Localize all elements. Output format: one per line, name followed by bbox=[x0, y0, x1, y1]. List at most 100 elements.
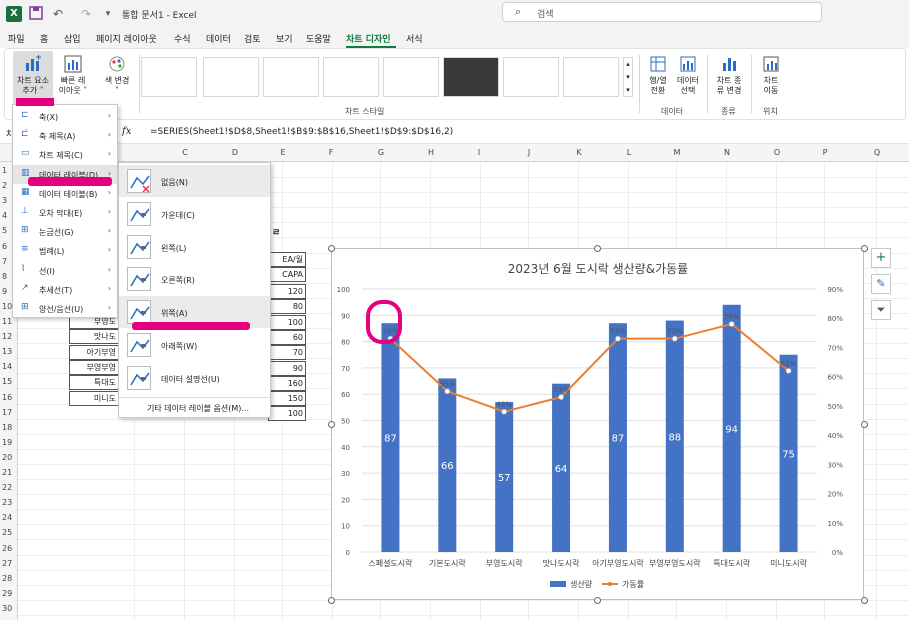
change-colors-button[interactable]: 색 변경 ˅ bbox=[99, 55, 135, 96]
row-header-20[interactable]: 20 bbox=[0, 453, 16, 462]
column-header-F[interactable]: F bbox=[306, 148, 356, 157]
row-header-22[interactable]: 22 bbox=[0, 483, 16, 492]
quick-layout-button[interactable]: 빠른 레 이아웃 ˅ bbox=[55, 55, 91, 96]
menu-item-data-table[interactable]: ▦ 데이터 테이블(B) › bbox=[13, 184, 117, 203]
chart-style-8[interactable] bbox=[563, 57, 619, 97]
resize-handle[interactable] bbox=[861, 421, 868, 428]
menu-tab-6[interactable]: 검토 bbox=[244, 32, 261, 45]
column-header-I[interactable]: I bbox=[454, 148, 504, 157]
column-header-L[interactable]: L bbox=[604, 148, 654, 157]
undo-icon[interactable]: ↶ bbox=[50, 6, 66, 22]
chart-style-6[interactable] bbox=[443, 57, 499, 97]
menu-tab-1[interactable]: 홈 bbox=[40, 32, 48, 45]
menu-item-legend[interactable]: ≡ 범례(L) › bbox=[13, 241, 117, 260]
data-label-option-left[interactable]: 왼쪽(L) bbox=[119, 231, 270, 263]
menu-tab-9[interactable]: 차트 디자인 bbox=[346, 32, 391, 45]
column-header-Q[interactable]: Q bbox=[852, 148, 902, 157]
column-header-P[interactable]: P bbox=[800, 148, 850, 157]
data-label-option-right[interactable]: 오른쪽(R) bbox=[119, 263, 270, 295]
menu-item-lines[interactable]: ⌇ 선(I) › bbox=[13, 261, 117, 280]
chart-style-2[interactable] bbox=[203, 57, 259, 97]
move-chart-button[interactable]: 차트 이동 bbox=[755, 55, 787, 96]
x-tick-label: 부영부영도시락 bbox=[649, 558, 701, 568]
column-header-G[interactable]: G bbox=[356, 148, 406, 157]
menu-item-axis[interactable]: ⊏ 축(X) › bbox=[13, 107, 117, 126]
resize-handle[interactable] bbox=[328, 421, 335, 428]
chart-style-1[interactable] bbox=[141, 57, 197, 97]
row-header-24[interactable]: 24 bbox=[0, 513, 16, 522]
data-label-option-callout[interactable]: 데이터 설명선(U) bbox=[119, 362, 270, 394]
hidden-title-fragment: ㄹ bbox=[272, 228, 281, 238]
save-icon[interactable] bbox=[28, 6, 44, 22]
column-header-K[interactable]: K bbox=[554, 148, 604, 157]
column-header-H[interactable]: H bbox=[406, 148, 456, 157]
resize-handle[interactable] bbox=[861, 597, 868, 604]
row-header-16[interactable]: 16 bbox=[0, 393, 16, 402]
menu-tab-5[interactable]: 데이터 bbox=[206, 32, 231, 45]
row-header-30[interactable]: 30 bbox=[0, 604, 16, 613]
menu-tab-4[interactable]: 수식 bbox=[174, 32, 191, 45]
chart-styles-brush-icon[interactable]: ✎ bbox=[871, 274, 891, 294]
menu-tab-8[interactable]: 도움말 bbox=[306, 32, 331, 45]
column-header-E[interactable]: E bbox=[258, 148, 308, 157]
menu-tab-3[interactable]: 페이지 레이아웃 bbox=[96, 32, 157, 45]
menu-item-axis-title[interactable]: ⊏̇ 축 제목(A) › bbox=[13, 126, 117, 145]
column-header-M[interactable]: M bbox=[652, 148, 702, 157]
row-header-17[interactable]: 17 bbox=[0, 408, 16, 417]
select-data-button[interactable]: 데이터 선택 bbox=[673, 55, 703, 96]
row-header-11[interactable]: 11 bbox=[0, 317, 16, 326]
chart-filter-icon[interactable]: ⏷ bbox=[871, 300, 891, 320]
column-header-N[interactable]: N bbox=[702, 148, 752, 157]
search-box[interactable]: ⌕ 검색 bbox=[502, 2, 822, 22]
column-header-C[interactable]: C bbox=[160, 148, 210, 157]
row-header-21[interactable]: 21 bbox=[0, 468, 16, 477]
row-header-13[interactable]: 13 bbox=[0, 347, 16, 356]
menu-tab-2[interactable]: 삽입 bbox=[64, 32, 81, 45]
menu-item-chart-title[interactable]: ▭ 차트 제목(C) › bbox=[13, 145, 117, 164]
redo-icon[interactable]: ↷ bbox=[78, 6, 94, 22]
chart-style-7[interactable] bbox=[503, 57, 559, 97]
data-label-option-none[interactable]: 없음(N) bbox=[119, 165, 270, 197]
row-header-29[interactable]: 29 bbox=[0, 589, 16, 598]
row-header-15[interactable]: 15 bbox=[0, 377, 16, 386]
menu-item-trendline[interactable]: ↗ 추세선(T) › bbox=[13, 280, 117, 299]
data-label-option-center[interactable]: 가운데(C) bbox=[119, 198, 270, 230]
row-header-12[interactable]: 12 bbox=[0, 332, 16, 341]
gallery-scroll[interactable]: ▴ ▾ ▾ bbox=[623, 57, 633, 97]
row-header-18[interactable]: 18 bbox=[0, 423, 16, 432]
row-header-14[interactable]: 14 bbox=[0, 362, 16, 371]
row-header-23[interactable]: 23 bbox=[0, 498, 16, 507]
chart-elements-plus-icon[interactable]: + bbox=[871, 248, 891, 268]
resize-handle[interactable] bbox=[328, 597, 335, 604]
resize-handle[interactable] bbox=[594, 245, 601, 252]
resize-handle[interactable] bbox=[594, 597, 601, 604]
menu-tab-0[interactable]: 파일 bbox=[8, 32, 25, 45]
switch-row-column-button[interactable]: 행/열 전환 bbox=[643, 55, 673, 96]
menu-tab-7[interactable]: 보기 bbox=[276, 32, 293, 45]
row-header-27[interactable]: 27 bbox=[0, 559, 16, 568]
row-header-26[interactable]: 26 bbox=[0, 544, 16, 553]
formula-input[interactable]: =SERIES(Sheet1!$D$8,Sheet1!$B$9:$B$16,Sh… bbox=[150, 127, 453, 137]
chart-area[interactable]: 2023년 6월 도시락 생산량&가동률 0 10 20 30 40 50 60 70 80 90 1… bbox=[328, 245, 868, 604]
column-header-D[interactable]: D bbox=[210, 148, 260, 157]
chart-style-3[interactable] bbox=[263, 57, 319, 97]
more-data-label-options[interactable]: 기타 데이터 레이블 옵션(M)... bbox=[147, 403, 249, 414]
column-header-O[interactable]: O bbox=[752, 148, 802, 157]
insert-function-icon[interactable]: fx bbox=[122, 126, 131, 137]
menu-tab-10[interactable]: 서식 bbox=[406, 32, 423, 45]
menu-item-gridlines[interactable]: ⊞ 눈금선(G) › bbox=[13, 222, 117, 241]
column-header-J[interactable]: J bbox=[504, 148, 554, 157]
resize-handle[interactable] bbox=[328, 245, 335, 252]
menu-item-error-bars[interactable]: ⊥ 오차 막대(E) › bbox=[13, 203, 117, 222]
row-header-25[interactable]: 25 bbox=[0, 528, 16, 537]
resize-handle[interactable] bbox=[861, 245, 868, 252]
legend-label-bars: 생산량 bbox=[570, 579, 593, 589]
change-chart-type-button[interactable]: 차트 종 류 변경 bbox=[711, 55, 747, 96]
menu-item-updown-bars[interactable]: ⊞ 양선/음선(U) › bbox=[13, 299, 117, 318]
row-header-28[interactable]: 28 bbox=[0, 574, 16, 583]
chart-style-4[interactable] bbox=[323, 57, 379, 97]
customize-quick-access-icon[interactable]: ▾ bbox=[100, 6, 116, 22]
row-header-19[interactable]: 19 bbox=[0, 438, 16, 447]
data-label-option-below[interactable]: 아래쪽(W) bbox=[119, 329, 270, 361]
chart-style-5[interactable] bbox=[383, 57, 439, 97]
